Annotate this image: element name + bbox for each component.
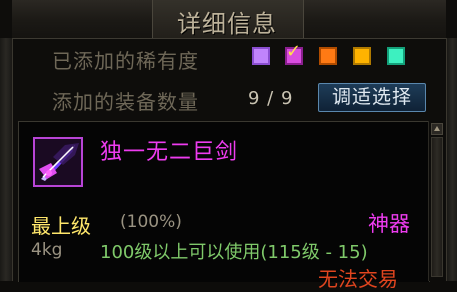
rarity-swatch-magenta[interactable]: ✓ <box>285 43 303 65</box>
scroll-thumb[interactable] <box>431 137 443 277</box>
left-border <box>0 38 13 281</box>
item-level-requirement: 100级以上可以使用(115级 - 15) <box>100 242 368 263</box>
rarity-filter-label: 已添加的稀有度 <box>52 49 199 73</box>
window-title: 详细信息 <box>177 10 277 38</box>
equip-count-label: 添加的装备数量 <box>52 90 199 114</box>
greatsword-icon[interactable] <box>33 137 83 187</box>
checkmark-icon: ✓ <box>286 41 302 62</box>
item-name: 独一无二巨剑 <box>100 140 239 165</box>
rarity-swatch-gold[interactable] <box>353 47 371 65</box>
rarity-swatch-orange[interactable] <box>319 47 337 65</box>
scrollbar[interactable] <box>428 121 445 281</box>
item-grade: 最上级 <box>31 214 91 238</box>
rarity-swatch-purple[interactable] <box>252 47 270 65</box>
item-grade-percent: (100%) <box>120 212 182 232</box>
item-weight: 4kg <box>31 240 63 260</box>
scroll-up-icon[interactable] <box>431 123 443 135</box>
right-border <box>446 38 457 281</box>
item-rarity: 神器 <box>368 212 410 236</box>
rarity-swatch-teal[interactable] <box>387 47 405 65</box>
equip-count-value: 9 / 9 <box>248 88 294 109</box>
adjust-selection-button[interactable]: 调适选择 <box>318 83 426 112</box>
item-trade-status: 无法交易 <box>318 267 398 291</box>
